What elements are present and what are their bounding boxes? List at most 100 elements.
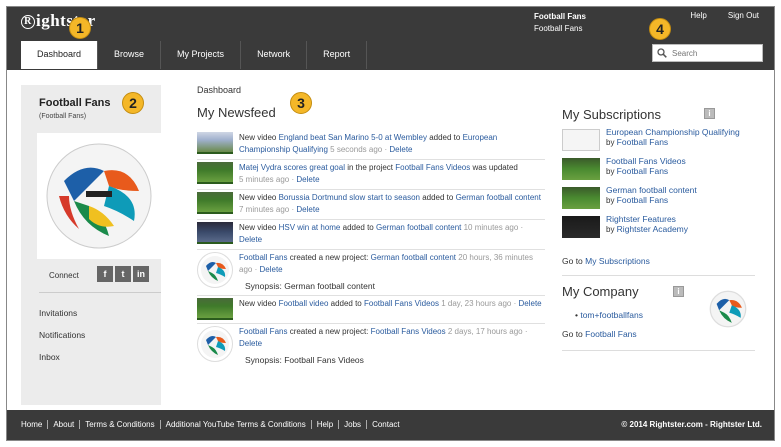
- video-link[interactable]: England beat San Marino 5-0 at Wembley: [279, 133, 427, 142]
- owner-link[interactable]: Football Fans: [617, 166, 669, 176]
- feed-item: New video Borussia Dortmund slow start t…: [197, 190, 545, 220]
- project-link[interactable]: German football content: [456, 193, 541, 202]
- account-block[interactable]: Football Fans Football Fans: [534, 11, 586, 35]
- profile-image[interactable]: [37, 133, 161, 259]
- tab-browse[interactable]: Browse: [98, 41, 162, 69]
- tab-report[interactable]: Report: [307, 41, 368, 69]
- footer-link-help[interactable]: Help: [312, 420, 340, 429]
- subscription-link[interactable]: European Championship Qualifying: [606, 127, 740, 137]
- project-link[interactable]: German football content: [376, 223, 461, 232]
- feed-text: added to: [340, 223, 376, 232]
- user-link[interactable]: Football Fans: [239, 253, 287, 262]
- delete-link[interactable]: Delete: [239, 339, 262, 348]
- delete-link[interactable]: Delete: [389, 145, 412, 154]
- tab-dashboard[interactable]: Dashboard: [21, 41, 99, 69]
- subscription-thumbnail[interactable]: [562, 129, 600, 151]
- info-icon[interactable]: i: [673, 286, 684, 297]
- tab-network[interactable]: Network: [241, 41, 308, 69]
- subscription-thumbnail[interactable]: [562, 216, 600, 238]
- user-link[interactable]: Football Fans: [239, 327, 287, 336]
- timestamp: 2 days, 17 hours ago: [447, 327, 523, 336]
- video-link[interactable]: Borussia Dortmund slow start to season: [279, 193, 420, 202]
- my-subscriptions-link[interactable]: My Subscriptions: [585, 256, 650, 266]
- sidebar-item-inbox[interactable]: Inbox: [39, 352, 85, 362]
- project-link[interactable]: Football Fans Videos: [371, 327, 446, 336]
- video-thumbnail[interactable]: [197, 162, 233, 184]
- company-link[interactable]: Football Fans: [585, 329, 637, 339]
- goto-company: Go to Football Fans: [562, 329, 637, 339]
- owner-link[interactable]: Rightster Academy: [617, 224, 688, 234]
- timestamp: 5 seconds ago: [330, 145, 383, 154]
- football-icon: [709, 290, 747, 328]
- sidebar-item-notifications[interactable]: Notifications: [39, 330, 85, 340]
- video-thumbnail[interactable]: [197, 298, 233, 320]
- football-icon: [46, 143, 152, 249]
- subscription-link[interactable]: Rightster Features: [606, 214, 676, 224]
- project-avatar[interactable]: [197, 326, 233, 362]
- footer-link-about[interactable]: About: [48, 420, 81, 429]
- feed-text: added to: [419, 193, 456, 202]
- delete-link[interactable]: Delete: [239, 235, 262, 244]
- subscription-thumbnail[interactable]: [562, 187, 600, 209]
- video-thumbnail[interactable]: [197, 132, 233, 154]
- feed-item: Football Fans created a new project: Ger…: [197, 250, 545, 296]
- project-link[interactable]: Football Fans Videos: [364, 299, 439, 308]
- sign-out-link[interactable]: Sign Out: [728, 11, 759, 20]
- subscription-thumbnail[interactable]: [562, 158, 600, 180]
- subscriptions-list: European Championship Qualifying by Footb…: [562, 127, 752, 243]
- footer-link-contact[interactable]: Contact: [367, 420, 405, 429]
- subscription-item: Football Fans Videos by Football Fans: [562, 156, 752, 180]
- account-sub: Football Fans: [534, 24, 583, 33]
- help-link[interactable]: Help: [690, 11, 706, 20]
- video-link[interactable]: Matej Vydra scores great goal: [239, 163, 345, 172]
- footer-link-youtube-terms[interactable]: Additional YouTube Terms & Conditions: [161, 420, 312, 429]
- search-input[interactable]: [672, 48, 758, 58]
- timestamp: 5 minutes ago: [239, 175, 290, 184]
- linkedin-icon[interactable]: in: [133, 266, 149, 282]
- video-thumbnail[interactable]: [197, 192, 233, 214]
- subscription-link[interactable]: German football content: [606, 185, 697, 195]
- info-icon[interactable]: i: [704, 108, 715, 119]
- app-window: Rightster Football Fans Football Fans He…: [6, 6, 775, 441]
- company-logo[interactable]: [709, 290, 747, 330]
- search-box[interactable]: [652, 44, 763, 62]
- search-icon: [657, 48, 667, 58]
- feed-item: New video Football video added to Footba…: [197, 296, 545, 324]
- project-link[interactable]: Football Fans Videos: [395, 163, 470, 172]
- by-label: by: [606, 196, 617, 205]
- copyright: © 2014 Rightster.com - Rightster Ltd.: [621, 420, 762, 429]
- owner-link[interactable]: Football Fans: [617, 195, 669, 205]
- subscription-link[interactable]: Football Fans Videos: [606, 156, 686, 166]
- feed-text: created a new project:: [287, 327, 371, 336]
- sidebar-item-invitations[interactable]: Invitations: [39, 308, 85, 318]
- video-thumbnail[interactable]: [197, 222, 233, 244]
- footer-link-jobs[interactable]: Jobs: [339, 420, 368, 429]
- logo-mark: R: [21, 15, 35, 29]
- subscription-item: European Championship Qualifying by Footb…: [562, 127, 752, 151]
- footer-link-home[interactable]: Home: [21, 420, 49, 429]
- page-title: My Newsfeed: [197, 105, 276, 120]
- callout-2: 2: [122, 92, 144, 114]
- divider: [562, 350, 755, 351]
- owner-link[interactable]: Football Fans: [617, 137, 669, 147]
- member-link[interactable]: tom+footballfans: [580, 310, 643, 320]
- footer-links: Home About Terms & Conditions Additional…: [21, 420, 405, 429]
- by-label: by: [606, 225, 617, 234]
- footer-link-terms[interactable]: Terms & Conditions: [80, 420, 161, 429]
- delete-link[interactable]: Delete: [519, 299, 542, 308]
- video-link[interactable]: HSV win at home: [279, 223, 341, 232]
- delete-link[interactable]: Delete: [296, 205, 319, 214]
- project-link[interactable]: German football content: [371, 253, 456, 262]
- twitter-icon[interactable]: t: [115, 266, 131, 282]
- profile-sub: (Football Fans): [39, 113, 87, 120]
- feed-text: added to: [328, 299, 364, 308]
- feed-item: New video England beat San Marino 5-0 at…: [197, 130, 545, 160]
- project-synopsis: Synopsis: Football Fans Videos: [245, 355, 364, 365]
- delete-link[interactable]: Delete: [260, 265, 283, 274]
- project-avatar[interactable]: [197, 252, 233, 288]
- tab-my-projects[interactable]: My Projects: [161, 41, 242, 69]
- delete-link[interactable]: Delete: [296, 175, 319, 184]
- video-link[interactable]: Football video: [279, 299, 329, 308]
- facebook-icon[interactable]: f: [97, 266, 113, 282]
- timestamp: 1 day, 23 hours ago: [441, 299, 512, 308]
